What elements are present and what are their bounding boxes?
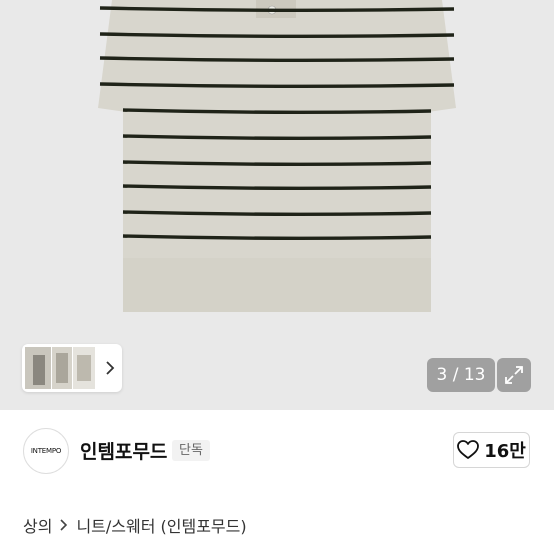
image-counter: 3 / 13	[427, 358, 495, 392]
breadcrumb-category[interactable]: 상의	[23, 513, 52, 537]
thumbnail-strip[interactable]	[22, 344, 122, 392]
expand-button[interactable]	[497, 358, 531, 392]
like-count: 16만	[484, 441, 526, 462]
like-button[interactable]: 16만	[453, 432, 530, 468]
thumbnail-images	[25, 347, 95, 389]
exclusive-badge: 단독	[172, 440, 210, 461]
brand-logo[interactable]: INTEMPO	[23, 428, 69, 474]
breadcrumb: 상의 니트/스웨터 (인템포무드)	[23, 513, 247, 537]
heart-icon	[457, 440, 480, 459]
expand-icon	[505, 366, 523, 384]
knit-shirt-image	[98, 0, 456, 312]
chevron-right-icon	[60, 519, 68, 531]
product-image-gallery[interactable]: 3 / 13	[0, 0, 554, 410]
brand-name[interactable]: 인템포무드	[80, 437, 167, 464]
breadcrumb-subcategory[interactable]: 니트/스웨터 (인템포무드)	[76, 513, 246, 537]
brand-logo-text: INTEMPO	[30, 447, 62, 455]
thumbnail-next-icon[interactable]	[103, 360, 117, 376]
